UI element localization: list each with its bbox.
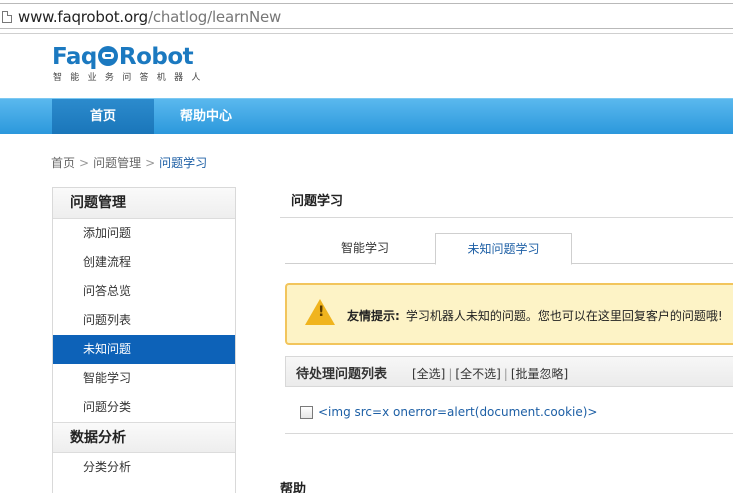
- main-content: 问题学习 智能学习 未知问题学习 ! 友情提示: 学习机器人未知的问题。您也可以在…: [280, 187, 733, 493]
- tip-label: 友情提示:: [347, 309, 400, 323]
- logo-subtitle: 智能业务问答机器人: [53, 73, 209, 83]
- batch-ignore-link[interactable]: [批量忽略]: [511, 367, 568, 381]
- url-domain: www.faqrobot.org: [18, 8, 148, 26]
- tab-bar: 智能学习 未知问题学习: [285, 233, 733, 265]
- breadcrumb-current: 问题学习: [159, 156, 208, 170]
- breadcrumb-separator: >: [145, 156, 156, 170]
- help-heading: 帮助: [280, 482, 307, 493]
- nav-help-center[interactable]: 帮助中心: [166, 99, 246, 134]
- select-all-link[interactable]: [全选]: [412, 367, 445, 381]
- robot-head-icon: [97, 46, 118, 66]
- url-text: www.faqrobot.org/chatlog/learnNew: [18, 8, 281, 26]
- url-field[interactable]: www.faqrobot.org/chatlog/learnNew: [0, 3, 733, 29]
- page-icon: [2, 11, 12, 23]
- sidebar-item-smart-learning[interactable]: 智能学习: [53, 364, 235, 393]
- url-path: /chatlog/learnNew: [147, 8, 282, 26]
- bulk-actions: [全选] | [全不选] | [批量忽略]: [412, 365, 568, 382]
- tab-unknown-question-learning[interactable]: 未知问题学习: [435, 233, 572, 265]
- breadcrumb-home[interactable]: 首页: [51, 156, 75, 170]
- pending-list-title: 待处理问题列表: [296, 367, 388, 382]
- question-link[interactable]: <img src=x onerror=alert(document.cookie…: [318, 405, 598, 419]
- tab-smart-learning[interactable]: 智能学习: [315, 233, 415, 264]
- sidebar-item-unknown-questions[interactable]: 未知问题: [53, 335, 235, 364]
- breadcrumb-question-management[interactable]: 问题管理: [93, 156, 141, 170]
- select-none-link[interactable]: [全不选]: [455, 367, 500, 381]
- tip-text: 友情提示: 学习机器人未知的问题。您也可以在这里回复客户的问题哦!: [347, 307, 723, 324]
- sidebar-item-category-analysis[interactable]: 分类分析: [53, 453, 235, 482]
- browser-address-bar: www.faqrobot.org/chatlog/learnNew: [0, 0, 733, 34]
- sidebar-item-question-category[interactable]: 问题分类: [53, 393, 235, 422]
- pending-list-header: 待处理问题列表 [全选] | [全不选] | [批量忽略]: [285, 356, 733, 387]
- logo-wordmark: Faq Robot: [52, 44, 194, 70]
- question-checkbox[interactable]: [300, 406, 313, 419]
- action-separator: |: [448, 367, 453, 381]
- main-nav: 首页 帮助中心: [0, 98, 733, 134]
- list-item: <img src=x onerror=alert(document.cookie…: [285, 387, 733, 434]
- logo-text-right: Robot: [118, 44, 194, 70]
- sidebar-item-create-flow[interactable]: 创建流程: [53, 248, 235, 277]
- sidebar-item-question-list[interactable]: 问题列表: [53, 306, 235, 335]
- action-separator: |: [503, 367, 508, 381]
- sidebar-section-question-management[interactable]: 问题管理: [53, 188, 235, 219]
- logo-text-left: Faq: [52, 44, 97, 70]
- tip-message: 学习机器人未知的问题。您也可以在这里回复客户的问题哦!: [405, 309, 723, 323]
- warning-exclamation: !: [318, 304, 325, 320]
- nav-home[interactable]: 首页: [52, 99, 154, 134]
- faqrobot-logo[interactable]: Faq Robot 智能业务问答机器人: [52, 44, 227, 84]
- sidebar-item-add-question[interactable]: 添加问题: [53, 219, 235, 248]
- sidebar: 问题管理 添加问题 创建流程 问答总览 问题列表 未知问题 智能学习 问题分类 …: [52, 187, 236, 493]
- breadcrumb: 首页 > 问题管理 > 问题学习: [51, 154, 207, 171]
- tip-box: ! 友情提示: 学习机器人未知的问题。您也可以在这里回复客户的问题哦!: [285, 283, 733, 345]
- sidebar-item-qa-overview[interactable]: 问答总览: [53, 277, 235, 306]
- page-title: 问题学习: [280, 187, 733, 218]
- sidebar-section-data-analysis[interactable]: 数据分析: [53, 422, 235, 453]
- breadcrumb-separator: >: [79, 156, 90, 170]
